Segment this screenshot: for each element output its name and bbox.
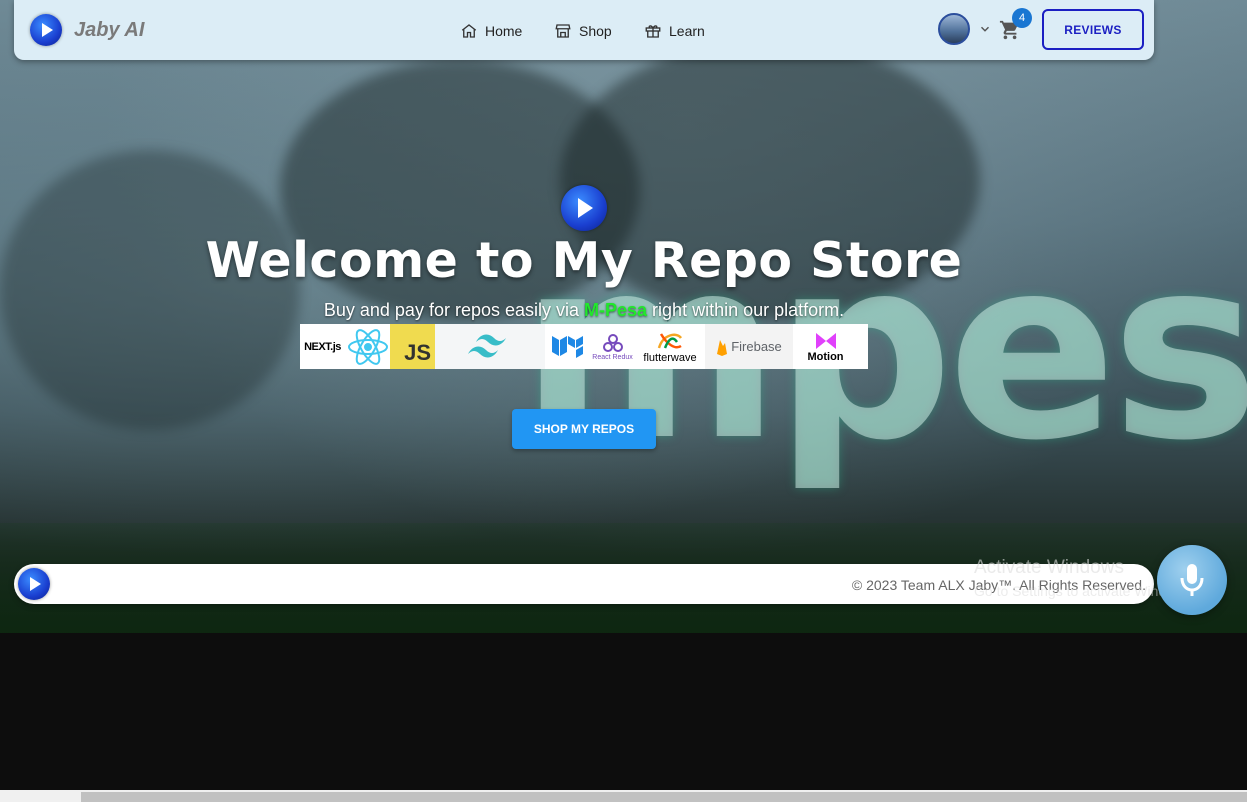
motion-icon bbox=[815, 332, 836, 349]
jaby-logo-icon[interactable] bbox=[30, 14, 62, 46]
subtitle-text-before: Buy and pay for repos easily via bbox=[323, 300, 585, 320]
horizontal-scrollbar[interactable] bbox=[0, 790, 1247, 802]
chevron-down-icon[interactable] bbox=[978, 22, 992, 36]
voice-assistant-button[interactable] bbox=[1157, 545, 1227, 615]
nav-shop-label: Shop bbox=[579, 23, 612, 39]
redux-icon bbox=[602, 334, 623, 352]
shop-my-repos-button[interactable]: SHOP MY REPOS bbox=[512, 409, 656, 449]
reviews-button[interactable]: REVIEWS bbox=[1042, 9, 1144, 50]
hero-logo-icon bbox=[561, 185, 607, 231]
nav-home-label: Home bbox=[485, 23, 523, 39]
hero-title: Welcome to My Repo Store bbox=[205, 232, 963, 289]
tailwind-icon bbox=[468, 334, 506, 357]
hero-subtitle: Buy and pay for repos easily via M-Pesa … bbox=[0, 300, 1168, 321]
redux-logo: React Redux bbox=[590, 324, 635, 369]
subtitle-text-after: right within our platform. bbox=[647, 300, 845, 320]
tailwind-logo bbox=[435, 324, 545, 369]
react-logo bbox=[345, 324, 390, 369]
flutterwave-logo: flutterwave bbox=[635, 324, 705, 369]
brand-name[interactable]: Jaby AI bbox=[74, 19, 144, 42]
gift-icon bbox=[645, 25, 661, 38]
react-icon bbox=[347, 328, 388, 365]
motion-logo: Motion bbox=[793, 324, 858, 369]
tech-logo-strip: NEXT.js JS React Redux flutterwave Fireb… bbox=[300, 324, 868, 369]
nav-shop[interactable]: Shop bbox=[554, 22, 612, 40]
top-navbar: Jaby AI Home Shop Learn 4 REVIEWS bbox=[14, 0, 1154, 60]
nav-home[interactable]: Home bbox=[460, 22, 522, 40]
user-avatar[interactable] bbox=[938, 13, 970, 45]
mpesa-highlight: M-Pesa bbox=[584, 300, 648, 320]
footer-logo-icon[interactable] bbox=[18, 568, 50, 600]
scrollbar-thumb[interactable] bbox=[81, 792, 1247, 802]
nav-learn[interactable]: Learn bbox=[644, 22, 705, 40]
mui-logo bbox=[545, 324, 590, 369]
firebase-icon bbox=[717, 339, 728, 356]
nav-learn-label: Learn bbox=[669, 23, 705, 39]
home-icon bbox=[461, 24, 477, 38]
store-icon bbox=[555, 24, 571, 38]
firebase-logo: Firebase bbox=[705, 324, 793, 369]
activate-windows-title: Activate Windows bbox=[974, 557, 1124, 578]
nextjs-logo: NEXT.js bbox=[300, 324, 345, 369]
microphone-icon bbox=[1180, 564, 1204, 596]
cart-count-badge: 4 bbox=[1012, 8, 1032, 28]
flutterwave-icon bbox=[657, 332, 683, 348]
mui-icon bbox=[551, 335, 583, 358]
javascript-logo: JS bbox=[390, 324, 435, 369]
